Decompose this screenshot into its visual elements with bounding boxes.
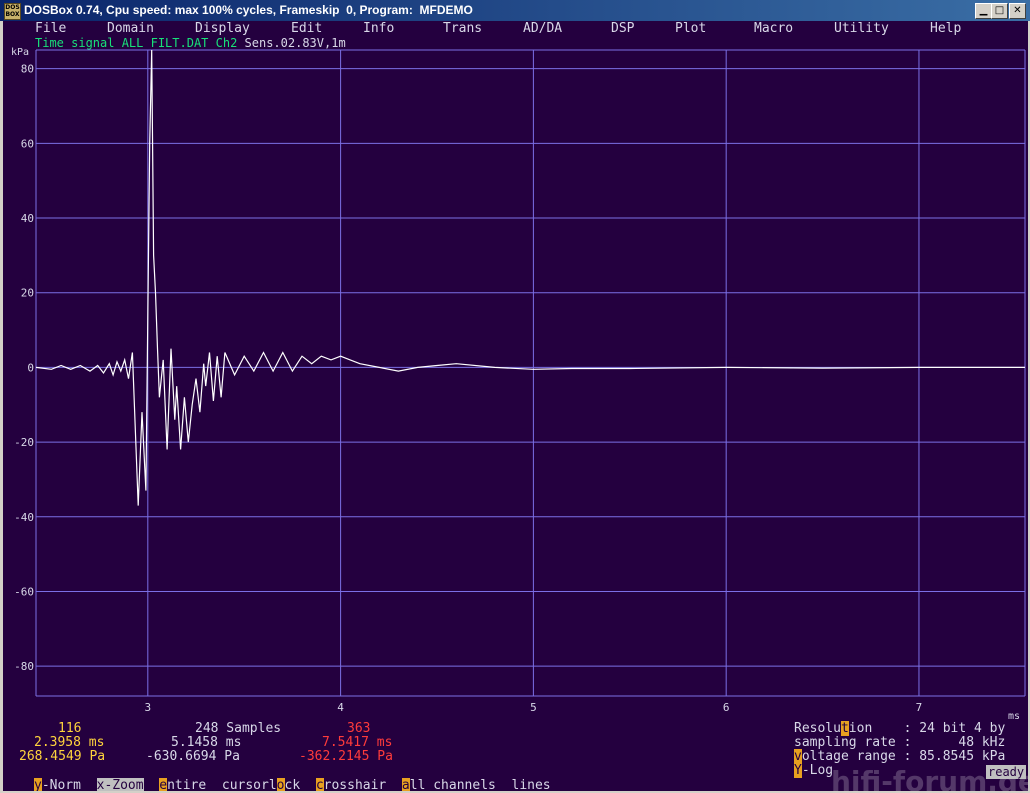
cursorlock-command[interactable]: cursorlock bbox=[222, 778, 300, 791]
y-tick-label: 40 bbox=[21, 212, 34, 225]
all-channels-command[interactable]: all channels bbox=[401, 778, 496, 791]
command-row: y-Norm x-Zoom entire cursorlock crosshai… bbox=[34, 763, 551, 791]
title-bar[interactable]: DOS BOX DOSBox 0.74, Cpu speed: max 100%… bbox=[0, 0, 1030, 21]
resolution-value: : 24 bit 4 by bbox=[903, 721, 1006, 736]
cursor-left-sample: 116 bbox=[58, 721, 82, 736]
ready-indicator: ready bbox=[986, 765, 1027, 779]
dosbox-window: DOS BOX DOSBox 0.74, Cpu speed: max 100%… bbox=[0, 0, 1030, 793]
window-title: DOSBox 0.74, Cpu speed: max 100% cycles,… bbox=[24, 3, 473, 17]
resolution-hotkey[interactable]: t bbox=[840, 721, 849, 736]
xzoom-command[interactable]: x-Zoom bbox=[96, 778, 144, 791]
resolution-row: Resolution : 24 bit 4 by bbox=[794, 721, 1005, 736]
crosshair-command[interactable]: crosshair bbox=[315, 778, 386, 791]
dos-screen: File Domain Display Edit Info Trans AD/D… bbox=[3, 21, 1028, 791]
x-tick-label: 5 bbox=[530, 701, 537, 714]
cursor-left-time: 2.3958 ms bbox=[34, 735, 105, 750]
tick-labels: 80 60 40 20 0 -20 -40 -60 -80 3 4 5 6 7 bbox=[14, 63, 922, 714]
ylog-command[interactable]: Y-Log bbox=[794, 763, 833, 778]
signal-trace bbox=[35, 49, 1025, 506]
plot-grid bbox=[35, 49, 1026, 697]
cursor-right-time: 7.5417 ms bbox=[322, 735, 393, 750]
voltage-range-value: : 85.8545 kPa bbox=[903, 749, 1006, 764]
lines-command[interactable]: lines bbox=[512, 778, 551, 791]
maximize-button[interactable]: □ bbox=[991, 3, 1008, 19]
x-tick-label: 3 bbox=[145, 701, 152, 714]
close-icon: ✕ bbox=[1013, 5, 1022, 16]
dosbox-icon[interactable]: DOS BOX bbox=[4, 3, 21, 20]
cursor-right-value: -362.2145 Pa bbox=[299, 749, 393, 764]
resolution-label: Resolu bbox=[794, 721, 841, 736]
resolution-label-end: ion bbox=[848, 721, 873, 736]
samples-count: 248 Samples bbox=[195, 721, 282, 736]
cursor-right-sample: 363 bbox=[347, 721, 371, 736]
minimize-button[interactable]: ▁ bbox=[975, 3, 992, 19]
x-tick-label: 6 bbox=[723, 701, 730, 714]
y-tick-label: -40 bbox=[14, 511, 34, 524]
x-tick-label: 7 bbox=[916, 701, 923, 714]
y-tick-label: 0 bbox=[27, 361, 34, 374]
sampling-rate-row: sampling rate : 48 kHz bbox=[794, 735, 1005, 750]
maximize-icon: □ bbox=[994, 5, 1005, 16]
x-axis-unit-label: ms bbox=[1008, 711, 1020, 722]
y-tick-label: -20 bbox=[14, 436, 34, 449]
delta-time: 5.1458 ms bbox=[171, 735, 242, 750]
entire-command[interactable]: entire bbox=[159, 778, 206, 791]
voltage-range-row: voltage range : 85.8545 kPa bbox=[794, 749, 1005, 764]
y-tick-label: 60 bbox=[21, 137, 34, 150]
minimize-icon: ▁ bbox=[979, 5, 988, 16]
x-tick-label: 4 bbox=[337, 701, 344, 714]
voltage-range-hotkey[interactable]: v bbox=[794, 749, 802, 764]
sampling-rate-label: sampling rate bbox=[794, 735, 896, 750]
ynorm-command[interactable]: y-Norm bbox=[34, 778, 81, 791]
delta-value: -630.6694 Pa bbox=[146, 749, 240, 764]
y-tick-label: 20 bbox=[21, 287, 34, 300]
close-button[interactable]: ✕ bbox=[1009, 3, 1026, 19]
time-signal-chart[interactable]: 80 60 40 20 0 -20 -40 -60 -80 3 4 5 6 7 kPa ms bbox=[3, 21, 1028, 726]
voltage-range-label: oltage range bbox=[801, 749, 896, 764]
y-tick-label: -80 bbox=[14, 660, 34, 673]
sampling-rate-value: : 48 kHz bbox=[903, 735, 1006, 750]
y-tick-label: -60 bbox=[14, 585, 34, 598]
cursor-left-value: 268.4549 Pa bbox=[19, 749, 106, 764]
y-tick-label: 80 bbox=[21, 63, 34, 76]
y-axis-unit-label: kPa bbox=[11, 47, 29, 58]
